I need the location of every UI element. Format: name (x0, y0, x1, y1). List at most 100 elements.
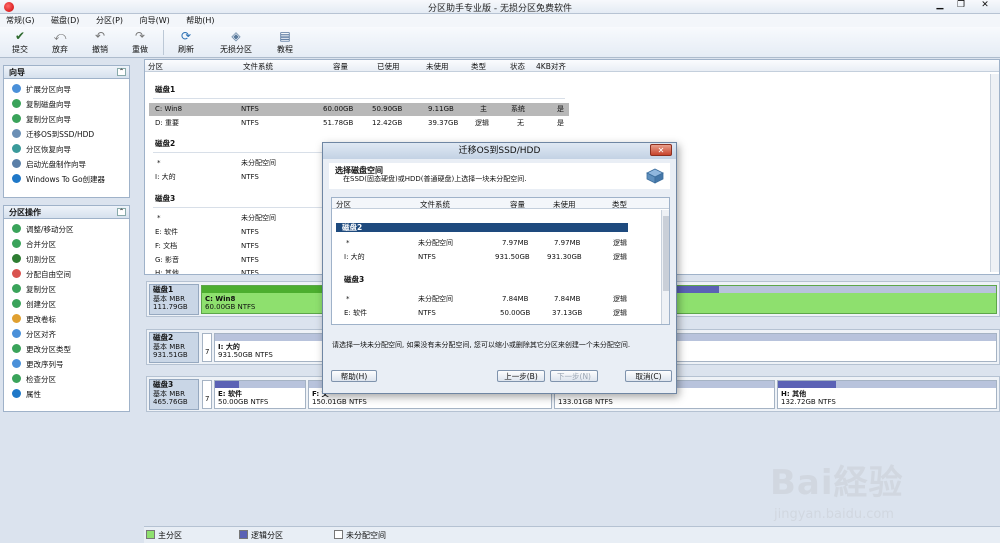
col-align[interactable]: 4KB对齐 (536, 61, 566, 72)
undo-button[interactable]: ↶ 撤销 (80, 29, 120, 55)
scrollbar-thumb[interactable] (663, 216, 669, 291)
dialog-disk-header-selected[interactable]: 磁盘2 (336, 223, 628, 232)
op-allocate[interactable]: 分配自由空间 (4, 267, 129, 282)
dialog-col-capacity[interactable]: 容量 (510, 199, 525, 210)
cell-capacity: 51.78GB (323, 119, 354, 127)
unallocated-block[interactable]: 7 (202, 380, 212, 409)
undo-icon: ↶ (94, 29, 106, 43)
op-create[interactable]: 创建分区 (4, 297, 129, 312)
table-row[interactable]: H: 其他 NTFS (149, 267, 324, 274)
wizard-item-migrate-os[interactable]: 迁移OS到SSD/HDD (4, 127, 129, 142)
tutorial-button[interactable]: ▤ 教程 (265, 29, 305, 55)
dialog-list-scrollbar[interactable] (661, 210, 669, 324)
disk-map-name: 磁盘2 (153, 333, 174, 342)
col-used[interactable]: 已使用 (377, 61, 400, 72)
wizard-item-recovery[interactable]: 分区恢复向导 (4, 142, 129, 157)
col-partition[interactable]: 分区 (148, 61, 163, 72)
col-capacity[interactable]: 容量 (333, 61, 348, 72)
dialog-row[interactable]: * 未分配空间 7.97MB 7.97MB 逻辑 (332, 237, 662, 250)
op-resize[interactable]: 调整/移动分区 (4, 222, 129, 237)
cell-capacity: 931.50GB (495, 253, 530, 261)
op-split[interactable]: 切割分区 (4, 252, 129, 267)
dialog-col-free[interactable]: 未使用 (553, 199, 576, 210)
dialog-disk-header[interactable]: 磁盘3 (332, 273, 662, 286)
cell-filesystem: NTFS (241, 242, 259, 250)
cancel-button[interactable]: 取消(C) (625, 370, 672, 382)
op-serial[interactable]: 更改序列号 (4, 357, 129, 372)
cell-partition: * (157, 214, 161, 222)
op-label: 更改卷标 (26, 315, 56, 324)
menu-wizard[interactable]: 向导(W) (140, 14, 170, 27)
close-button[interactable]: ✕ (973, 0, 997, 12)
col-type[interactable]: 类型 (471, 61, 486, 72)
collapse-icon[interactable]: ⌃ (117, 68, 126, 76)
table-row[interactable]: F: 文档 NTFS (149, 240, 324, 253)
commit-button[interactable]: ✔ 提交 (0, 29, 40, 55)
dialog-col-partition[interactable]: 分区 (336, 199, 351, 210)
prev-button[interactable]: 上一步(B) (497, 370, 545, 382)
dialog-row[interactable]: E: 软件 NTFS 50.00GB 37.13GB 逻辑 (332, 307, 662, 320)
table-row[interactable]: I: 大的 NTFS (149, 171, 324, 184)
help-button[interactable]: 帮助(H) (331, 370, 377, 382)
cell-capacity: 7.97MB (502, 239, 529, 247)
menu-help[interactable]: 帮助(H) (186, 14, 214, 27)
next-button[interactable]: 下一步(N) (550, 370, 598, 382)
partition-block-label: C: Win8 (205, 295, 236, 303)
refresh-button[interactable]: ⟳ 刷新 (166, 29, 206, 55)
op-change-type[interactable]: 更改分区类型 (4, 342, 129, 357)
title-bar: 分区助手专业版 - 无损分区免费软件 ▁ ❐ ✕ (0, 0, 1000, 14)
disk-label[interactable]: 磁盘2 基本 MBR 931.51GB (149, 332, 199, 363)
table-row[interactable]: C: Win8 NTFS 60.00GB 50.90GB 9.11GB 主 系统… (149, 103, 569, 116)
menu-partition[interactable]: 分区(P) (96, 14, 123, 27)
table-row[interactable]: G: 影音 NTFS (149, 254, 324, 267)
op-label-change[interactable]: 更改卷标 (4, 312, 129, 327)
table-row[interactable]: * 未分配空间 (149, 157, 324, 170)
menu-general[interactable]: 常规(G) (6, 14, 34, 27)
dialog-col-filesystem[interactable]: 文件系统 (420, 199, 450, 210)
wizard-item-copy-partition[interactable]: 复制分区向导 (4, 112, 129, 127)
check-partition-icon (12, 374, 21, 383)
cell-filesystem: NTFS (418, 253, 436, 261)
col-filesystem[interactable]: 文件系统 (243, 61, 273, 72)
dialog-row[interactable]: * 未分配空间 7.84MB 7.84MB 逻辑 (332, 293, 662, 306)
table-row[interactable]: D: 重要 NTFS 51.78GB 12.42GB 39.37GB 逻辑 无 … (149, 117, 569, 130)
unallocated-swatch (334, 530, 343, 539)
discard-label: 放弃 (52, 45, 68, 54)
wizard-item-windows-to-go[interactable]: Windows To Go创建器 (4, 172, 129, 187)
op-properties[interactable]: 属性 (4, 387, 129, 402)
table-row[interactable]: E: 软件 NTFS (149, 226, 324, 239)
disk-label[interactable]: 磁盘3 基本 MBR 465.76GB (149, 379, 199, 410)
wizard-item-extend[interactable]: 扩展分区向导 (4, 82, 129, 97)
col-free[interactable]: 未使用 (426, 61, 449, 72)
partition-icon: ◈ (231, 29, 241, 43)
collapse-icon[interactable]: ⌃ (117, 208, 126, 216)
dialog-close-button[interactable]: ✕ (650, 144, 672, 156)
minimize-button[interactable]: ▁ (931, 0, 949, 12)
restore-button[interactable]: ❐ (952, 0, 970, 12)
cell-filesystem: NTFS (241, 105, 259, 113)
create-icon (12, 299, 21, 308)
unallocated-block[interactable]: 7 (202, 333, 212, 362)
disk-label[interactable]: 磁盘1 基本 MBR 111.79GB (149, 284, 199, 315)
cell-used: 12.42GB (372, 119, 403, 127)
commit-label: 提交 (12, 45, 28, 54)
discard-button[interactable]: ⤺ 放弃 (40, 29, 80, 55)
op-check[interactable]: 检查分区 (4, 372, 129, 387)
wizard-item-copy-disk[interactable]: 复制磁盘向导 (4, 97, 129, 112)
op-align[interactable]: 分区对齐 (4, 327, 129, 342)
menu-disk[interactable]: 磁盘(D) (51, 14, 79, 27)
lossless-partition-button[interactable]: ◈ 无损分区 (214, 29, 258, 55)
wizard-item-bootcd[interactable]: 启动光盘制作向导 (4, 157, 129, 172)
partition-block[interactable]: E: 软件 50.00GB NTFS (214, 380, 306, 409)
table-row[interactable]: * 未分配空间 (149, 212, 324, 225)
wizard-item-label: 复制分区向导 (26, 115, 71, 124)
redo-button[interactable]: ↷ 重做 (120, 29, 160, 55)
row-separator (153, 152, 323, 153)
op-copy[interactable]: 复制分区 (4, 282, 129, 297)
col-status[interactable]: 状态 (510, 61, 525, 72)
list-scrollbar[interactable] (990, 74, 999, 272)
op-merge[interactable]: 合并分区 (4, 237, 129, 252)
dialog-col-type[interactable]: 类型 (612, 199, 627, 210)
dialog-row[interactable]: I: 大的 NTFS 931.50GB 931.30GB 逻辑 (332, 251, 662, 264)
partition-block[interactable]: H: 其他 132.72GB NTFS (777, 380, 997, 409)
